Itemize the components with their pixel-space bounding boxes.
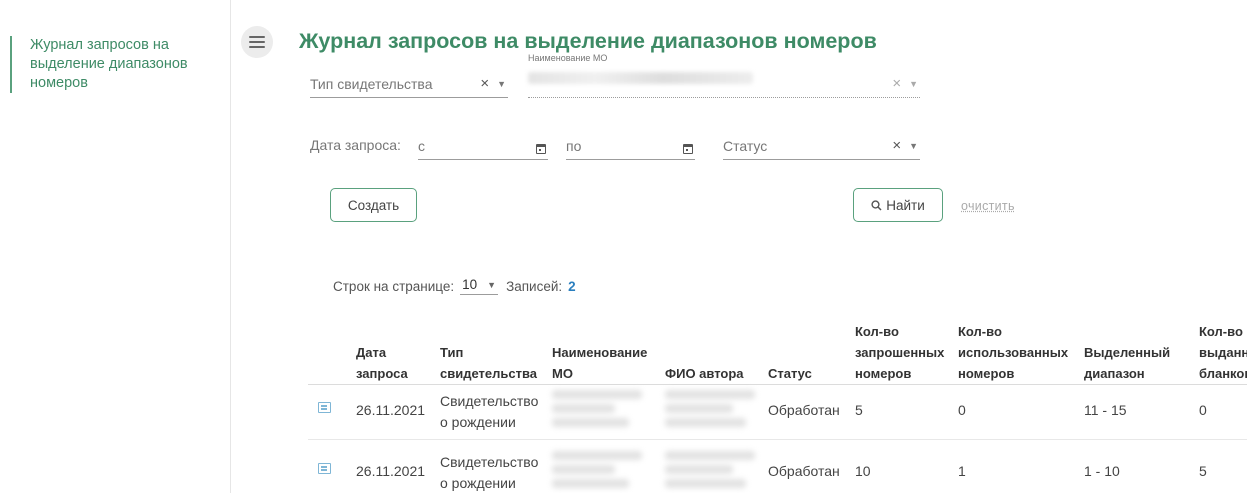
date-from-input[interactable]: с	[418, 134, 548, 160]
cell-status: Обработан	[768, 463, 840, 479]
chevron-down-icon: ▼	[487, 279, 497, 290]
view-details-icon[interactable]	[318, 463, 331, 474]
clear-icon[interactable]: ×	[892, 75, 901, 92]
rows-per-page-label: Строк на странице:	[333, 278, 455, 294]
cell-date: 26.11.2021	[356, 402, 426, 418]
cell-range: 1 - 10	[1084, 463, 1120, 479]
hamburger-icon	[249, 36, 265, 48]
cell-issued: 5	[1199, 463, 1207, 479]
chevron-down-icon[interactable]: ▼	[909, 79, 918, 89]
column-header-organization[interactable]: Наименование МО	[552, 342, 652, 384]
clear-icon[interactable]: ×	[480, 75, 489, 92]
cell-author-redacted	[665, 446, 755, 493]
cell-requested: 5	[855, 402, 863, 418]
cell-status: Обработан	[768, 402, 840, 418]
status-select[interactable]: Статус × ▼	[723, 134, 920, 160]
search-icon	[871, 199, 882, 211]
rows-per-page-value: 10	[462, 277, 478, 292]
records-count: 2	[568, 278, 576, 294]
certificate-type-placeholder: Тип свидетельства	[310, 76, 433, 92]
status-placeholder: Статус	[723, 138, 768, 154]
column-header-type[interactable]: Тип свидетельства	[440, 342, 540, 384]
cell-author-redacted	[665, 385, 755, 433]
cell-type: Свидетельство о рождении	[440, 454, 539, 491]
cell-issued: 0	[1199, 402, 1207, 418]
chevron-down-icon[interactable]: ▼	[497, 79, 506, 89]
sidebar: Журнал запросов на выделение диапазонов …	[0, 0, 231, 493]
records-label: Записей:	[506, 278, 563, 294]
clear-icon[interactable]: ×	[892, 137, 901, 154]
column-header-requested[interactable]: Кол-во запрошенных номеров	[855, 321, 950, 384]
organization-value-redacted	[528, 72, 753, 84]
request-date-label: Дата запроса:	[310, 137, 401, 153]
clear-filters-link[interactable]: очистить	[961, 199, 1015, 213]
cell-range: 11 - 15	[1084, 402, 1127, 418]
menu-toggle-button[interactable]	[241, 26, 273, 58]
create-button[interactable]: Создать	[330, 188, 417, 222]
rows-per-page-select[interactable]: 10 ▼	[460, 277, 499, 295]
table-header-divider	[308, 384, 1247, 385]
chevron-down-icon[interactable]: ▼	[909, 141, 918, 151]
column-header-author[interactable]: ФИО автора	[665, 363, 755, 384]
date-to-input[interactable]: по	[566, 134, 695, 160]
cell-date: 26.11.2021	[356, 463, 426, 479]
search-button[interactable]: Найти	[853, 188, 943, 222]
sidebar-item-number-range-requests[interactable]: Журнал запросов на выделение диапазонов …	[10, 36, 220, 93]
column-header-date[interactable]: Дата запроса	[356, 342, 416, 384]
column-header-status[interactable]: Статус	[768, 363, 838, 384]
column-header-range[interactable]: Выделенный диапазон	[1084, 342, 1174, 384]
column-header-issued[interactable]: Кол-во выданных бланков	[1199, 321, 1247, 384]
cell-organization-redacted	[552, 385, 642, 433]
table-row-divider	[308, 439, 1247, 440]
page-title: Журнал запросов на выделение диапазонов …	[299, 29, 877, 53]
cell-requested: 10	[855, 463, 871, 479]
certificate-type-select[interactable]: Тип свидетельства × ▼	[310, 72, 508, 98]
organization-label: Наименование МО	[528, 53, 608, 63]
date-from-placeholder: с	[418, 138, 425, 154]
calendar-icon[interactable]	[683, 144, 693, 154]
create-button-label: Создать	[347, 197, 400, 213]
pagination-bar: Строк на странице: 10 ▼ Записей: 2	[333, 277, 576, 295]
calendar-icon[interactable]	[536, 144, 546, 154]
view-details-icon[interactable]	[318, 402, 331, 413]
date-to-placeholder: по	[566, 138, 582, 154]
cell-organization-redacted	[552, 446, 642, 493]
cell-used: 0	[958, 402, 966, 418]
column-header-used[interactable]: Кол-во использованных номеров	[958, 321, 1073, 384]
search-button-label: Найти	[886, 197, 925, 213]
cell-used: 1	[958, 463, 966, 479]
cell-type: Свидетельство о рождении	[440, 393, 539, 430]
